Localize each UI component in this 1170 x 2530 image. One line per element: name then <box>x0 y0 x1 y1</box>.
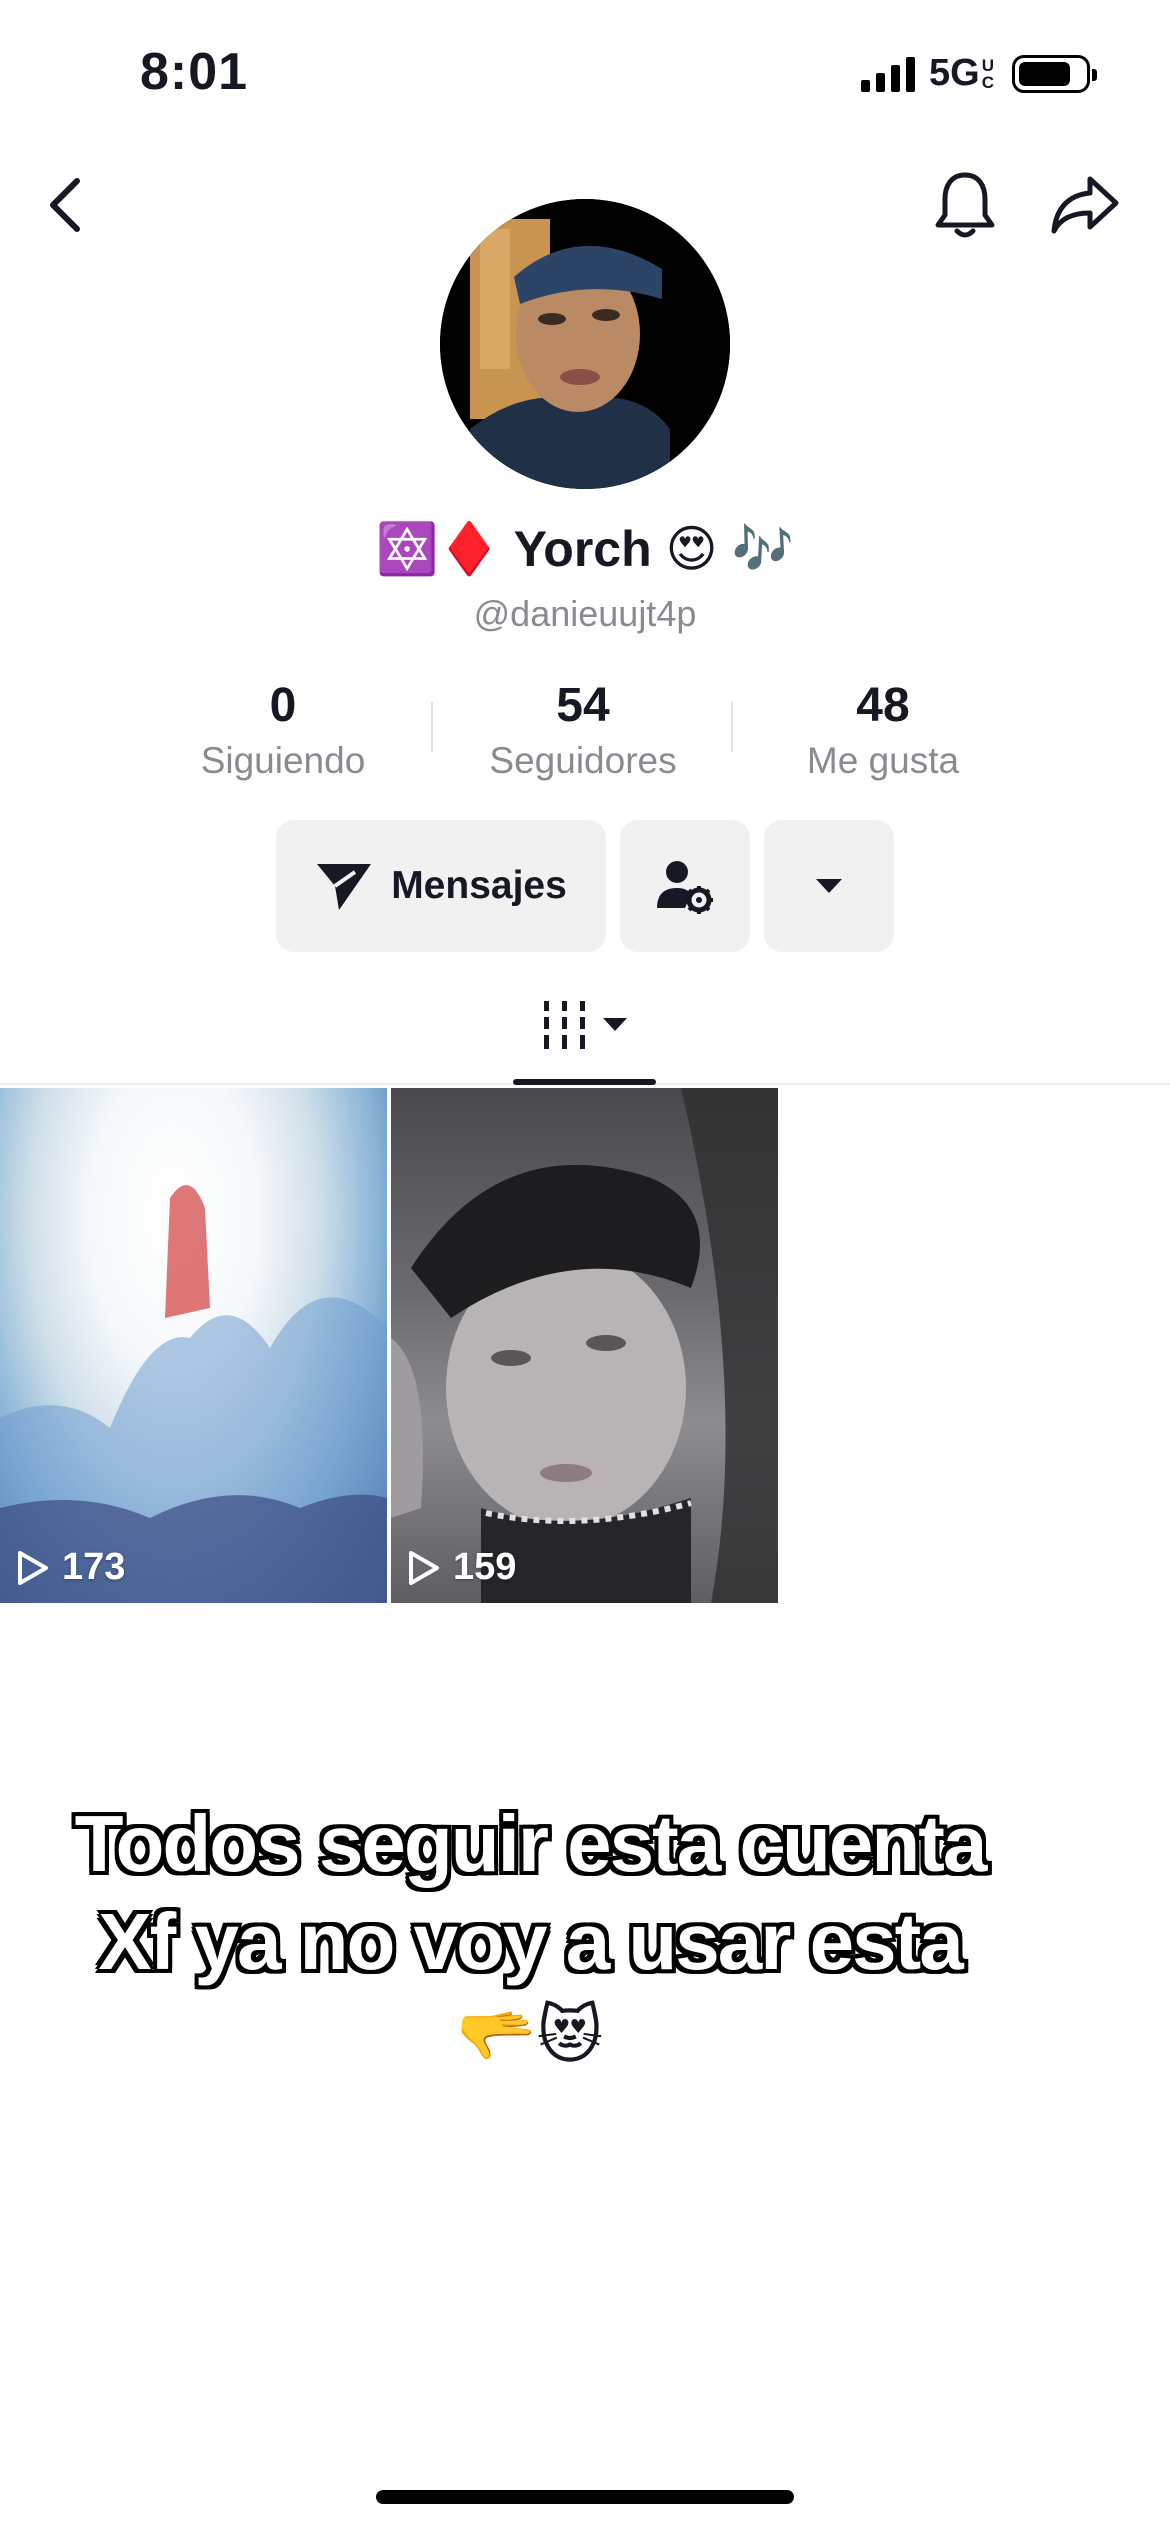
stat-value: 0 <box>269 679 297 732</box>
network-sub-bottom: C <box>981 72 994 92</box>
network-sub: U C <box>982 57 994 91</box>
stat-followers[interactable]: 54 Seguidores <box>431 678 733 782</box>
tab-videos[interactable] <box>513 985 656 1085</box>
stat-label: Seguidores <box>489 740 677 781</box>
share-button[interactable] <box>1040 165 1130 245</box>
stat-likes[interactable]: 48 Me gusta <box>731 678 1033 782</box>
suggestions-dropdown-button[interactable] <box>764 820 894 952</box>
messages-button[interactable]: Mensajes <box>276 820 606 952</box>
status-time: 8:01 <box>140 43 249 101</box>
video-thumbnail[interactable]: 173 <box>0 1088 387 1603</box>
notification-button[interactable] <box>925 165 1005 245</box>
signal-icon <box>861 56 916 92</box>
person-gear-icon <box>657 861 713 914</box>
home-indicator <box>376 2490 794 2504</box>
video-grid: 173 159 <box>0 1088 778 1603</box>
bell-icon <box>935 172 995 238</box>
share-icon <box>1051 176 1119 234</box>
view-count-value: 159 <box>453 1546 517 1588</box>
battery-icon <box>1012 54 1097 93</box>
caret-down-icon <box>816 879 842 893</box>
play-icon <box>18 1550 48 1585</box>
network-indicator: 5G U C <box>929 52 994 95</box>
back-button[interactable] <box>30 170 100 240</box>
view-count: 173 <box>16 1546 125 1589</box>
stat-value: 54 <box>556 679 610 732</box>
play-icon <box>409 1550 439 1585</box>
caption-overlay: Todos seguir esta cuenta Xf ya no voy a … <box>0 1795 1060 1991</box>
chevron-left-icon <box>50 178 80 232</box>
thumbnail-art <box>0 1185 387 1603</box>
view-count: 159 <box>407 1546 516 1589</box>
view-count-value: 173 <box>62 1546 126 1588</box>
network-label: 5G <box>929 52 980 94</box>
avatar[interactable] <box>440 199 730 489</box>
video-thumbnail[interactable]: 159 <box>391 1088 778 1603</box>
follow-settings-button[interactable] <box>620 820 750 952</box>
stat-label: Siguiendo <box>200 740 366 781</box>
grid-icon <box>543 1001 585 1049</box>
avatar-photo <box>440 199 730 489</box>
stat-following[interactable]: 0 Siguiendo <box>133 678 433 782</box>
thumbnail-art <box>391 1088 778 1603</box>
active-tab-indicator <box>513 1079 656 1085</box>
caption-emoji: 🫳😻 <box>456 1999 604 2071</box>
status-bar: 8:01 5G U C <box>0 0 1170 150</box>
network-sub-top: U <box>981 55 994 75</box>
content-tabs <box>0 985 1170 1085</box>
caption-line-1: Todos seguir esta cuenta <box>74 1799 988 1888</box>
profile-stats: 0 Siguiendo 54 Seguidores 48 Me gusta <box>133 678 1037 782</box>
profile-actions: Mensajes <box>276 820 894 952</box>
display-name: 🔯♦️ Yorch 😍 🎶 <box>376 521 794 577</box>
stat-value: 48 <box>856 679 910 732</box>
status-indicators: 5G U C <box>861 52 1097 95</box>
stat-label: Me gusta <box>806 740 960 781</box>
send-icon <box>317 864 372 910</box>
messages-label: Mensajes <box>391 864 567 907</box>
caption-line-2: Xf ya no voy a usar esta <box>98 1897 964 1986</box>
username: @danieuujt4p <box>473 593 697 634</box>
caret-down-icon <box>602 1018 627 1031</box>
